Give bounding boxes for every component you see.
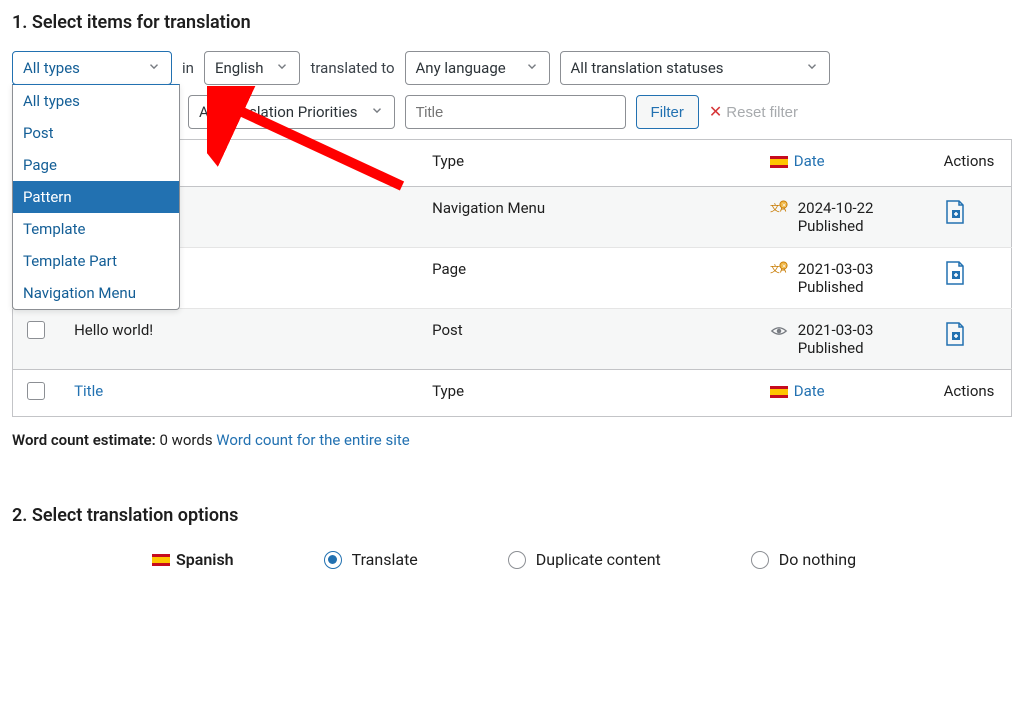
reset-filter-label: Reset filter [726, 104, 798, 121]
radio-translate[interactable]: Translate [324, 550, 418, 569]
in-label: in [182, 59, 194, 77]
translate-needed-icon: 文A✕ [770, 261, 788, 279]
translation-status-select[interactable]: All translation statuses [560, 51, 830, 85]
type-option-pattern[interactable]: Pattern [13, 181, 179, 213]
row-type: Page [418, 248, 756, 309]
type-option-navigation-menu[interactable]: Navigation Menu [13, 277, 179, 309]
chevron-down-icon [525, 59, 539, 77]
radio-icon [324, 551, 342, 569]
word-count-line: Word count estimate: 0 words Word count … [12, 431, 1012, 449]
row-status: Published [798, 278, 874, 296]
translation-options-row: Spanish Translate Duplicate content Do n… [12, 550, 1012, 569]
target-language-label: Spanish [152, 550, 234, 569]
col-footer-title[interactable]: Title [74, 382, 103, 400]
section2-heading: 2. Select translation options [12, 505, 1012, 526]
svg-text:✕: ✕ [781, 264, 786, 270]
target-language-select[interactable]: Any language [405, 51, 550, 85]
type-option-post[interactable]: Post [13, 117, 179, 149]
radio-icon [751, 551, 769, 569]
spain-flag-icon [152, 554, 170, 566]
eye-icon [770, 322, 788, 340]
chevron-down-icon [370, 103, 384, 121]
row-status: Published [798, 217, 874, 235]
priority-select[interactable]: All Translation Priorities [188, 95, 395, 129]
spain-flag-icon [770, 156, 788, 168]
add-translation-icon[interactable] [944, 199, 966, 225]
type-option-template[interactable]: Template [13, 213, 179, 245]
row-type: Navigation Menu [418, 187, 756, 248]
chevron-down-icon [805, 59, 819, 77]
target-language-label: Any language [416, 59, 506, 77]
table-row: Hello world! Post 2021-03-03Published [13, 309, 1012, 370]
section1-heading: 1. Select items for translation [12, 12, 1012, 33]
add-translation-icon[interactable] [944, 321, 966, 347]
chevron-down-icon [275, 59, 289, 77]
type-option-page[interactable]: Page [13, 149, 179, 181]
select-all-checkbox-footer[interactable] [27, 382, 45, 400]
title-search-input[interactable] [405, 95, 626, 129]
add-translation-icon[interactable] [944, 260, 966, 286]
row-date: 2021-03-03 [798, 321, 874, 339]
word-count-label: Word count estimate: [12, 431, 156, 449]
chevron-down-icon [147, 59, 161, 77]
type-select[interactable]: All types All types Post Page Pattern Te… [12, 51, 172, 85]
col-footer-type: Type [418, 370, 756, 417]
radio-duplicate[interactable]: Duplicate content [508, 550, 661, 569]
col-header-type: Type [418, 140, 756, 187]
row-title: Hello world! [60, 309, 418, 370]
svg-text:✕: ✕ [781, 203, 786, 209]
filter-button[interactable]: Filter [636, 95, 699, 129]
close-icon: ✕ [709, 102, 722, 122]
type-option-all[interactable]: All types [13, 85, 179, 117]
filter-row-1: All types All types Post Page Pattern Te… [12, 51, 1012, 85]
word-count-link[interactable]: Word count for the entire site [216, 431, 409, 449]
radio-icon [508, 551, 526, 569]
row-type: Post [418, 309, 756, 370]
type-dropdown: All types Post Page Pattern Template Tem… [12, 84, 180, 310]
col-footer-date[interactable]: Date [794, 382, 825, 400]
col-header-actions: Actions [930, 140, 1012, 187]
col-header-date[interactable]: Date [794, 152, 825, 170]
row-checkbox[interactable] [27, 321, 45, 339]
type-option-template-part[interactable]: Template Part [13, 245, 179, 277]
row-status: Published [798, 339, 874, 357]
language-select-label: English [215, 59, 264, 77]
row-date: 2024-10-22 [798, 199, 874, 217]
type-select-label: All types [23, 59, 80, 77]
row-date: 2021-03-03 [798, 260, 874, 278]
word-count-value: 0 words [159, 431, 212, 449]
translated-to-label: translated to [310, 59, 394, 77]
priority-select-label: All Translation Priorities [199, 103, 358, 121]
reset-filter-button[interactable]: ✕ Reset filter [709, 102, 798, 122]
translation-status-label: All translation statuses [571, 59, 724, 77]
translate-needed-icon: 文A✕ [770, 200, 788, 218]
spain-flag-icon [770, 386, 788, 398]
language-select[interactable]: English [204, 51, 301, 85]
radio-do-nothing[interactable]: Do nothing [751, 550, 856, 569]
col-footer-actions: Actions [930, 370, 1012, 417]
